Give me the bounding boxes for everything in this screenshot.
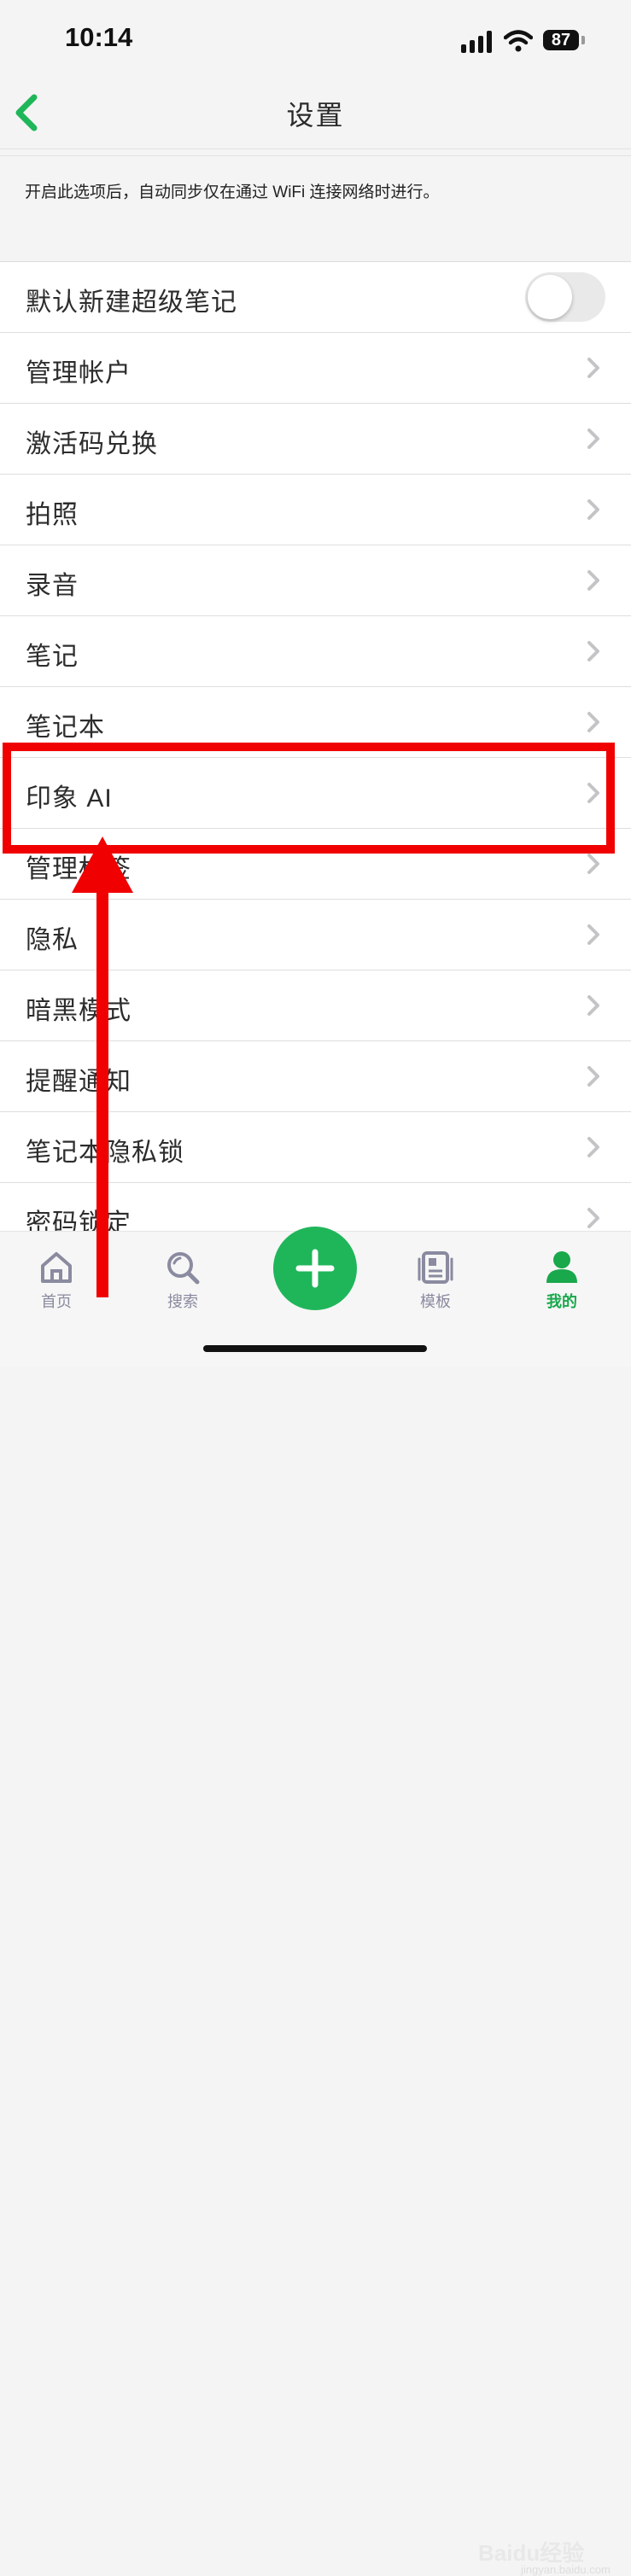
chevron-right-icon — [587, 570, 599, 591]
setting-row-camera[interactable]: 拍照 — [0, 475, 631, 545]
setting-row-activation-code[interactable]: 激活码兑换 — [0, 404, 631, 475]
setting-label: 笔记 — [26, 643, 79, 671]
tab-label: 搜索 — [167, 1293, 198, 1310]
chevron-right-icon — [587, 1137, 599, 1157]
chevron-right-icon — [587, 1208, 599, 1228]
plus-icon — [295, 1249, 335, 1288]
setting-label: 激活码兑换 — [26, 430, 158, 458]
setting-label: 录音 — [26, 572, 79, 600]
tab-label: 我的 — [546, 1293, 577, 1310]
toggle-knob — [528, 275, 572, 319]
sync-description-section: 开启此选项后，自动同步仅在通过 WiFi 连接网络时进行。 — [0, 155, 631, 262]
template-icon — [418, 1251, 453, 1284]
chevron-right-icon — [587, 854, 599, 874]
setting-label: 拍照 — [26, 501, 79, 529]
profile-icon — [546, 1251, 577, 1283]
battery-tip — [581, 36, 585, 44]
wifi-icon — [504, 30, 533, 52]
setting-row-manage-account[interactable]: 管理帐户 — [0, 333, 631, 404]
tab-templates[interactable]: 模板 — [397, 1249, 474, 1326]
chevron-right-icon — [587, 358, 599, 378]
chevron-right-icon — [587, 712, 599, 732]
setting-label: 默认新建超级笔记 — [26, 288, 237, 317]
chevron-right-icon — [587, 1066, 599, 1087]
cellular-signal-icon — [461, 31, 494, 53]
chevron-right-icon — [587, 924, 599, 945]
new-note-button[interactable] — [273, 1227, 357, 1310]
setting-row-default-super-note[interactable]: 默认新建超级笔记 — [0, 262, 631, 333]
chevron-right-icon — [587, 428, 599, 449]
status-time: 10:14 — [65, 22, 133, 52]
setting-row-notes[interactable]: 笔记 — [0, 616, 631, 687]
sync-description: 开启此选项后，自动同步仅在通过 WiFi 连接网络时进行。 — [25, 184, 440, 201]
tab-label: 模板 — [420, 1293, 451, 1310]
setting-row-recording[interactable]: 录音 — [0, 545, 631, 616]
tab-me[interactable]: 我的 — [523, 1249, 600, 1326]
chevron-right-icon — [587, 995, 599, 1016]
home-indicator — [203, 1345, 427, 1352]
chevron-right-icon — [587, 641, 599, 661]
status-bar: 10:14 87 — [0, 0, 631, 79]
setting-label: 笔记本 — [26, 714, 105, 742]
navigation-bar: 设置 — [0, 79, 631, 149]
chevron-right-icon — [587, 499, 599, 520]
search-icon — [167, 1252, 200, 1285]
setting-label: 管理帐户 — [26, 359, 131, 388]
tab-search[interactable]: 搜索 — [144, 1249, 221, 1326]
page-title: 设置 — [286, 100, 345, 131]
annotation-arrow — [72, 836, 133, 1297]
watermark-url: jingyan.baidu.com — [521, 2563, 611, 2576]
default-super-note-toggle[interactable] — [525, 272, 605, 322]
battery-indicator: 87 — [543, 30, 579, 50]
